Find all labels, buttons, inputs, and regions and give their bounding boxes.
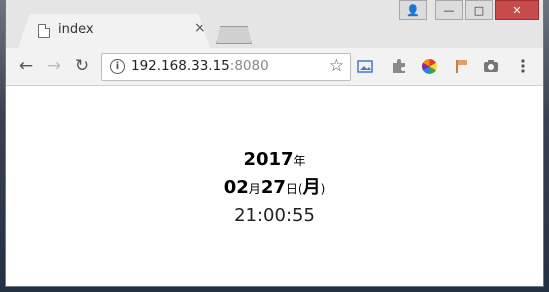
month-unit: 月 [248,182,261,196]
day-unit: 日 [285,182,298,196]
page-content: 2017年 02月27日(月) 21:00:55 [6,86,543,286]
title-bar: index × 👤 — □ ✕ [6,0,543,48]
browser-window: index × 👤 — □ ✕ ← → ↻ i 192.168.33.15:80… [6,0,543,286]
user-icon[interactable]: 👤 [399,0,427,20]
tab-close-icon[interactable]: × [194,20,206,36]
tab-title: index [58,22,94,37]
browser-toolbar: ← → ↻ i 192.168.33.15:8080 ☆ [6,48,543,86]
tab-index[interactable]: index × [18,14,210,48]
bookmark-star-icon[interactable]: ☆ [329,56,344,76]
forward-icon[interactable]: → [44,56,64,76]
year-value: 2017 [243,149,294,170]
camera-icon[interactable] [482,57,500,75]
address-bar[interactable]: i 192.168.33.15:8080 ☆ [101,53,351,81]
folder-image-icon[interactable] [356,57,374,75]
close-window-button[interactable]: ✕ [495,0,539,20]
year-line: 2017年 [6,146,543,174]
month-value: 02 [223,177,249,198]
day-value: 27 [260,177,286,198]
pinwheel-icon[interactable] [420,57,438,75]
page-icon [38,24,50,38]
window-controls: 👤 — □ ✕ [399,0,539,20]
puzzle-icon[interactable] [390,57,408,75]
url-host: 192.168.33.15 [131,58,230,74]
reload-icon[interactable]: ↻ [72,56,92,76]
time-value: 21:00:55 [234,205,315,226]
new-tab-button[interactable] [216,26,252,44]
back-icon[interactable]: ← [16,56,36,76]
url-text[interactable]: 192.168.33.15:8080 [131,58,269,74]
maximize-button[interactable]: □ [465,0,493,20]
minimize-button[interactable]: — [435,0,463,20]
flag-icon[interactable] [452,57,470,75]
info-icon[interactable]: i [110,59,125,74]
clock-display: 2017年 02月27日(月) 21:00:55 [6,146,543,230]
weekday-value: 月 [302,177,321,198]
url-port: :8080 [229,58,269,74]
date-line: 02月27日(月) [6,174,543,202]
year-unit: 年 [293,154,306,168]
paren-close: ) [320,182,326,196]
menu-icon[interactable] [514,57,532,75]
